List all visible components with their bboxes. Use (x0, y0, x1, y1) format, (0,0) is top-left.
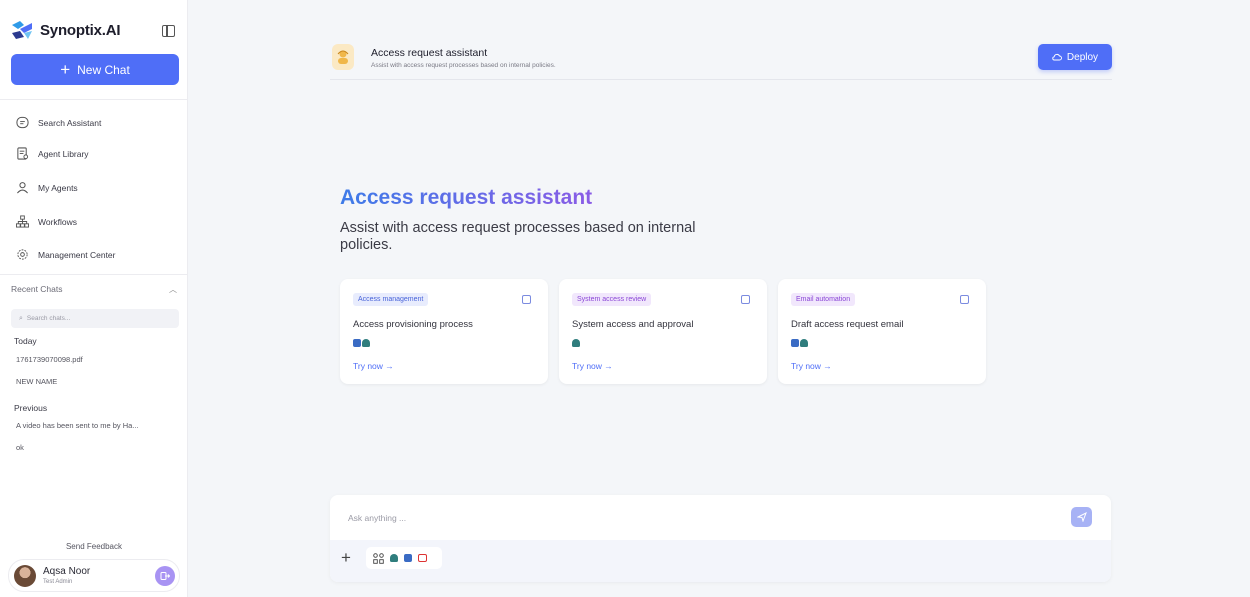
gear-icon (17, 249, 28, 260)
ask-input[interactable] (336, 499, 1106, 537)
hero-title: Access request assistant (340, 186, 593, 209)
group-today: Today (14, 336, 37, 346)
add-attachment-button[interactable]: + (341, 548, 351, 568)
nav-management-center[interactable]: Management Center (16, 248, 116, 261)
search-chats-input[interactable]: ⌕ Search chats... (11, 309, 179, 328)
user-name: Aqsa Noor (43, 566, 91, 577)
prompt-card[interactable]: Access management Access provisioning pr… (340, 279, 548, 384)
prompt-card[interactable]: Email automation Draft access request em… (778, 279, 986, 384)
nav-my-agents[interactable]: My Agents (16, 181, 78, 194)
divider (0, 99, 188, 100)
chat-search-icon (16, 116, 29, 129)
nav-agent-library[interactable]: Agent Library (16, 147, 89, 160)
card-tools (572, 339, 580, 347)
assistant-title: Access request assistant (371, 47, 488, 59)
brand[interactable]: Synoptix.AI (10, 19, 121, 41)
new-chat-button[interactable]: + New Chat (11, 54, 179, 85)
divider (0, 274, 188, 275)
hero-subtitle: Assist with access request processes bas… (340, 220, 696, 253)
assistant-subtitle: Assist with access request processes bas… (371, 62, 556, 69)
library-icon (17, 147, 29, 160)
sharepoint-icon (362, 339, 370, 347)
user-card[interactable]: Aqsa Noor Test Admin (8, 559, 180, 592)
recent-chats-header[interactable]: Recent Chats ︿ (11, 284, 177, 295)
send-icon (1076, 512, 1087, 522)
chat-item[interactable]: 1761739070098.pdf (16, 355, 83, 364)
assistant-header: Access request assistant Assist with acc… (330, 40, 1112, 80)
try-now-link[interactable]: Try now → (791, 361, 832, 371)
composer-toolbar: + (330, 540, 1111, 582)
tools-button[interactable] (366, 547, 442, 569)
chat-item[interactable]: NEW NAME (16, 377, 57, 386)
card-tools (353, 339, 370, 347)
sidebar: Synoptix.AI + New Chat Search Assistant … (0, 0, 188, 597)
outlook-icon (353, 339, 361, 347)
group-previous: Previous (14, 403, 48, 413)
plus-icon: + (60, 60, 71, 79)
copy-icon[interactable] (960, 295, 969, 304)
user-role: Test Admin (43, 579, 73, 585)
card-tag: System access review (572, 293, 652, 306)
try-now-link[interactable]: Try now → (572, 361, 613, 371)
card-title: Draft access request email (791, 319, 904, 330)
deploy-button[interactable]: Deploy (1038, 44, 1112, 70)
nav-search-assistant[interactable]: Search Assistant (16, 116, 101, 129)
avatar (14, 565, 36, 587)
cloud-icon (1052, 53, 1062, 61)
apps-grid-icon (373, 552, 384, 564)
composer: + (330, 495, 1111, 582)
try-now-link[interactable]: Try now → (353, 361, 394, 371)
logout-icon (160, 572, 170, 580)
copy-icon[interactable] (522, 295, 531, 304)
nav-label: Management Center (38, 249, 116, 260)
chat-item[interactable]: A video has been sent to me by Ha... (16, 421, 139, 430)
nav-label: Search Assistant (38, 117, 102, 128)
assistant-avatar-icon (332, 44, 354, 70)
logout-button[interactable] (155, 566, 175, 586)
search-chats-placeholder: Search chats... (26, 315, 71, 322)
nav-label: Workflows (38, 216, 78, 227)
card-tag: Access management (353, 293, 429, 306)
nav-label: Agent Library (38, 148, 89, 159)
new-chat-label: New Chat (77, 62, 130, 77)
prompt-card[interactable]: System access review System access and a… (559, 279, 767, 384)
outlook-icon (404, 554, 412, 562)
sidebar-toggle-icon[interactable] (162, 25, 175, 37)
card-title: Access provisioning process (353, 319, 473, 330)
card-tools (791, 339, 808, 347)
card-title: System access and approval (572, 319, 694, 330)
chevron-up-icon: ︿ (169, 285, 177, 294)
brand-name: Synoptix.AI (40, 21, 121, 39)
workflow-icon (16, 215, 29, 228)
send-button[interactable] (1071, 507, 1092, 527)
search-icon: ⌕ (19, 314, 23, 322)
card-tag: Email automation (791, 293, 856, 306)
agents-icon (17, 182, 28, 194)
sharepoint-icon (572, 339, 580, 347)
sharepoint-icon (390, 554, 398, 562)
nav-label: My Agents (38, 182, 78, 193)
recent-chats-title: Recent Chats (11, 284, 63, 294)
gmail-icon (418, 554, 427, 562)
outlook-icon (791, 339, 799, 347)
send-feedback-link[interactable]: Send Feedback (0, 542, 188, 551)
nav-workflows[interactable]: Workflows (16, 215, 77, 228)
deploy-label: Deploy (1066, 51, 1099, 63)
copy-icon[interactable] (741, 295, 750, 304)
brand-logo-icon (12, 21, 32, 39)
sharepoint-icon (800, 339, 808, 347)
chat-item[interactable]: ok (16, 443, 24, 452)
